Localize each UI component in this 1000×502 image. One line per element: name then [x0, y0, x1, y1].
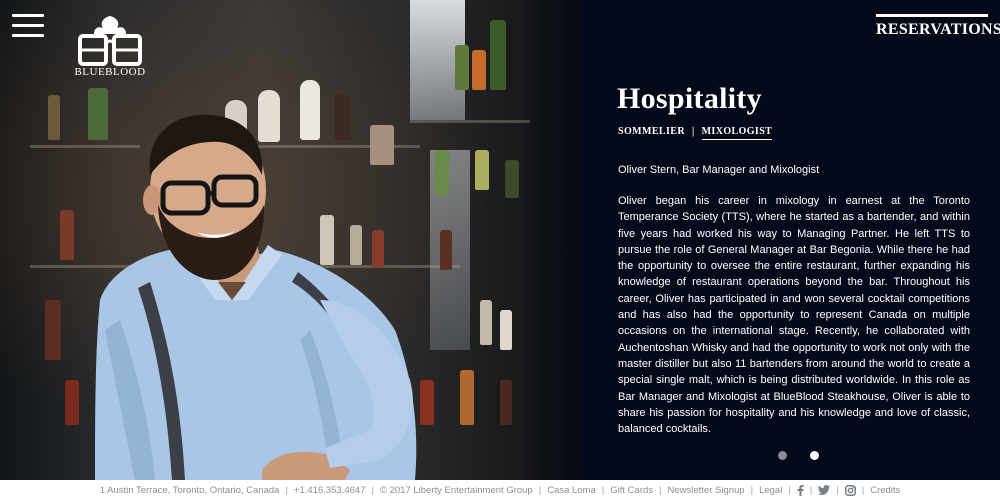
person-bio: Oliver began his career in mixology in e…: [618, 195, 970, 436]
tab-mixologist[interactable]: MIXOLOGIST: [701, 126, 773, 140]
footer-separator: |: [659, 485, 662, 496]
blueblood-crest-icon: [78, 16, 142, 66]
twitter-icon[interactable]: [818, 485, 831, 496]
tab-separator: |: [691, 126, 695, 137]
person-name: Oliver Stern, Bar Manager and Mixologist: [618, 164, 820, 176]
site-footer: 1 Austin Terrace, Toronto, Ontario, Cana…: [0, 480, 1000, 502]
photo-edge-fade: [522, 0, 582, 480]
footer-separator: |: [371, 485, 374, 496]
blueblood-logo[interactable]: BLUEBLOOD: [70, 14, 150, 80]
footer-address: 1 Austin Terrace, Toronto, Ontario, Cana…: [99, 485, 280, 496]
footer-link-gift-cards[interactable]: Gift Cards: [610, 485, 653, 496]
footer-copyright: © 2017 Liberty Entertainment Group: [379, 485, 533, 496]
footer-link-legal[interactable]: Legal: [759, 485, 782, 496]
footer-separator: |: [861, 485, 865, 496]
reservations-button[interactable]: RESERVATIONS: [876, 14, 1000, 39]
carousel-dot-active[interactable]: [810, 451, 819, 460]
carousel-dots: [778, 447, 842, 465]
carousel-dot[interactable]: [778, 451, 787, 460]
footer-separator: |: [788, 485, 791, 496]
footer-link-casa-loma[interactable]: Casa Loma: [547, 485, 596, 496]
hamburger-menu-icon[interactable]: [12, 14, 44, 42]
footer-separator: |: [601, 485, 605, 496]
footer-phone-link[interactable]: +1.416.353.4647: [294, 485, 366, 496]
footer-link-newsletter[interactable]: Newsletter Signup: [668, 485, 745, 496]
role-tabs: SOMMELIER | MIXOLOGIST: [618, 126, 773, 140]
facebook-icon[interactable]: [797, 484, 804, 496]
footer-separator: |: [836, 485, 839, 496]
instagram-icon[interactable]: [844, 484, 856, 496]
footer-separator: |: [750, 485, 754, 496]
footer-separator: |: [538, 485, 542, 496]
page-title: Hospitality: [617, 82, 762, 115]
footer-link-credits[interactable]: Credits: [870, 485, 900, 496]
footer-separator: |: [809, 485, 813, 496]
logo-text: BLUEBLOOD: [74, 66, 146, 78]
tab-sommelier[interactable]: SOMMELIER: [618, 126, 685, 139]
footer-separator: |: [285, 485, 288, 496]
